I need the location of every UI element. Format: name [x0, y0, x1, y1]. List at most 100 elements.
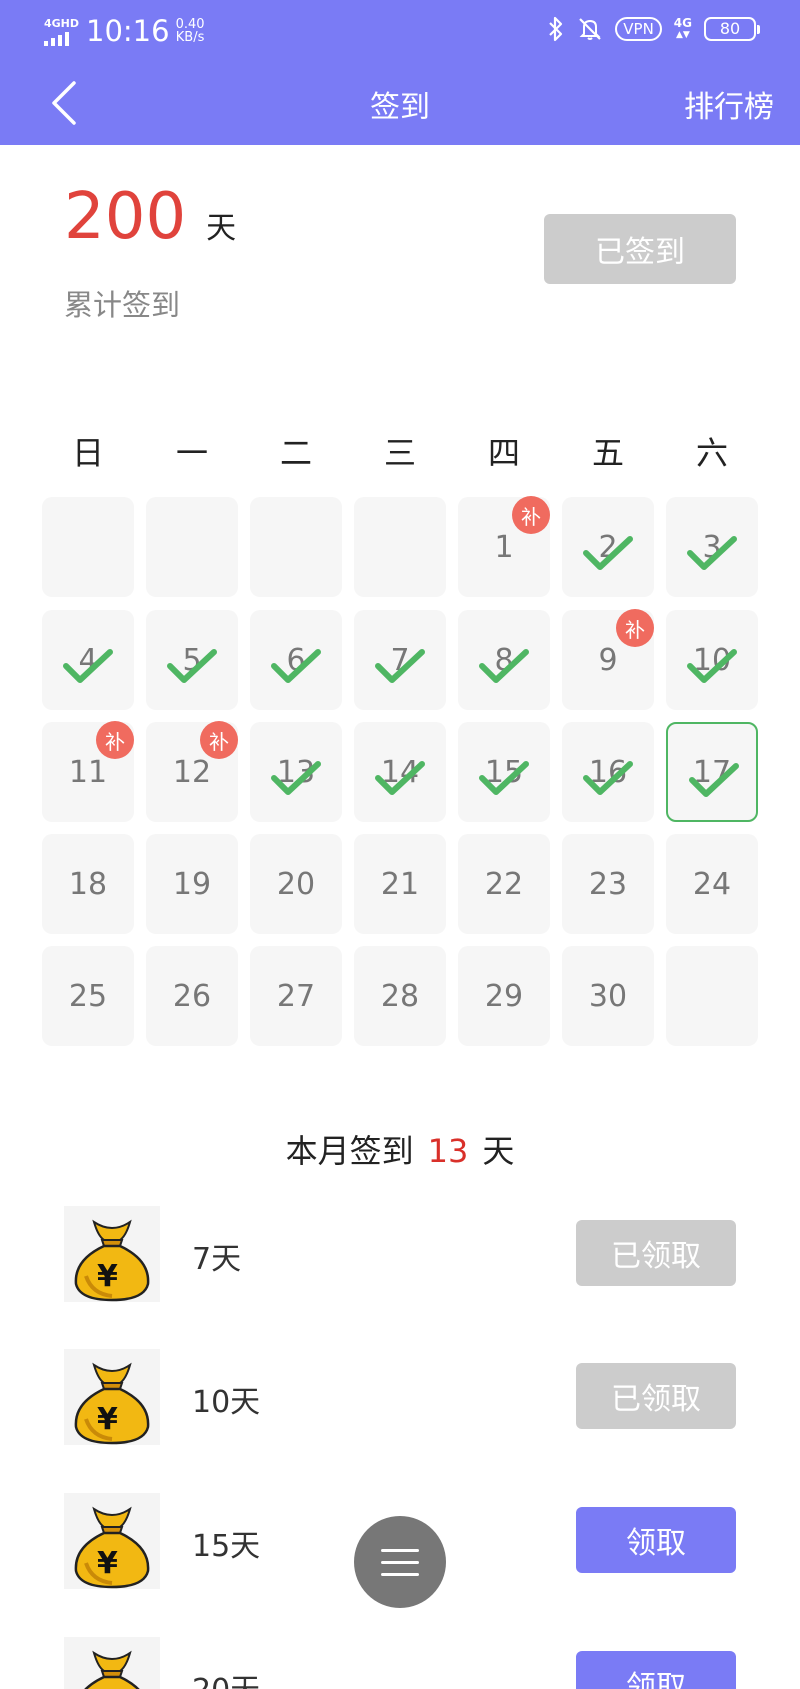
calendar-day[interactable]: 17	[666, 722, 758, 822]
check-icon	[167, 649, 217, 683]
calendar-day[interactable]: 29	[458, 946, 550, 1046]
claimed-button[interactable]: 已领取	[576, 1220, 736, 1286]
money-bag-icon: ¥	[74, 1506, 150, 1589]
month-checkin-summary: 本月签到 13 天	[0, 1126, 800, 1172]
calendar-day[interactable]: 1补	[458, 496, 550, 597]
check-icon	[583, 536, 633, 570]
calendar-day[interactable]: 11 补	[42, 721, 134, 822]
makeup-badge: 补	[616, 609, 654, 647]
total-days: 200	[64, 180, 187, 254]
check-icon	[687, 649, 737, 683]
mute-bell-icon	[577, 16, 603, 42]
calendar-day[interactable]: 18	[42, 834, 134, 934]
total-checkin-count: 200 天	[64, 180, 236, 254]
day-number: 18	[68, 866, 108, 902]
claim-button[interactable]: 领取	[576, 1651, 736, 1689]
month-count: 13	[427, 1132, 469, 1170]
calendar-day[interactable]: 23	[562, 834, 654, 934]
money-bag-icon: ¥	[84, 1650, 140, 1689]
day-number: 22	[484, 866, 524, 902]
menu-icon-line	[381, 1560, 419, 1564]
claimed-button[interactable]: 已领取	[576, 1363, 736, 1429]
calendar-day[interactable]: 7	[354, 610, 446, 710]
status-right: VPN 4G ▲▼ 80	[547, 16, 760, 42]
status-left: 4GHD 10:16 0.40 KB/s	[44, 14, 205, 48]
check-icon	[479, 649, 529, 683]
calendar-day[interactable]: 13	[250, 722, 342, 822]
check-icon	[271, 761, 321, 795]
check-icon	[583, 761, 633, 795]
reward-bag: ¥	[64, 1637, 160, 1689]
day-number: 24	[692, 866, 732, 902]
makeup-badge: 补	[512, 496, 550, 534]
menu-icon-line	[381, 1572, 419, 1576]
bluetooth-icon	[547, 16, 565, 42]
back-button[interactable]	[44, 78, 84, 128]
check-icon	[689, 763, 739, 797]
weekday-label: 日	[71, 434, 104, 472]
month-prefix: 本月签到	[285, 1132, 414, 1170]
calendar-day[interactable]: 12 补	[146, 721, 238, 822]
month-suffix: 天	[482, 1132, 515, 1170]
calendar-day[interactable]: 22	[458, 834, 550, 934]
day-number: 30	[588, 978, 628, 1014]
calendar-day[interactable]: 3	[666, 497, 758, 597]
reward-row: ¥7天 已领取	[0, 1206, 800, 1306]
calendar-day[interactable]: 21	[354, 834, 446, 934]
reward-days-label: 15天	[192, 1529, 261, 1564]
weekday-label: 四	[487, 434, 520, 472]
calendar-day[interactable]: 27	[250, 946, 342, 1046]
svg-text:¥: ¥	[97, 1402, 118, 1437]
calendar-day[interactable]: 14	[354, 722, 446, 822]
speed-unit: KB/s	[175, 30, 205, 45]
status-bar: 4GHD 10:16 0.40 KB/s VPN 4G ▲▼ 80	[0, 0, 800, 62]
check-icon	[63, 649, 113, 683]
claim-button[interactable]: 领取	[576, 1507, 736, 1573]
weekday-label: 三	[383, 434, 416, 472]
calendar-day[interactable]: 2	[562, 497, 654, 597]
calendar-day[interactable]: 19	[146, 834, 238, 934]
calendar-day[interactable]: 24	[666, 834, 758, 934]
page-title: 签到	[370, 90, 430, 125]
svg-text:¥: ¥	[97, 1546, 118, 1581]
weekday-header: 日一二三四五六	[40, 428, 760, 478]
calendar-day[interactable]: 26	[146, 946, 238, 1046]
check-icon	[271, 649, 321, 683]
mobile-data-label: 4G	[673, 16, 692, 30]
money-bag-icon: ¥	[74, 1362, 150, 1445]
day-number: 29	[484, 978, 524, 1014]
battery-level: 80	[719, 19, 741, 38]
calendar-day[interactable]: 30	[562, 946, 654, 1046]
calendar-day[interactable]: 15	[458, 722, 550, 822]
calendar-day[interactable]: 6	[250, 610, 342, 710]
svg-text:¥: ¥	[97, 1259, 118, 1294]
check-icon	[687, 536, 737, 570]
floating-menu-button[interactable]	[354, 1516, 446, 1608]
calendar-day[interactable]: 28	[354, 946, 446, 1046]
calendar-day[interactable]: 9补	[562, 609, 654, 710]
signed-in-button[interactable]: 已签到	[544, 214, 736, 284]
calendar-empty-cell	[146, 497, 238, 597]
day-number: 21	[380, 866, 420, 902]
makeup-badge: 补	[96, 721, 134, 759]
day-number: 12	[172, 754, 212, 790]
day-number: 26	[172, 978, 212, 1014]
reward-bag: ¥	[64, 1349, 160, 1445]
reward-days-label: 10天	[192, 1385, 261, 1420]
day-number: 23	[588, 866, 628, 902]
signal-icon: 4GHD	[44, 16, 80, 46]
leaderboard-link[interactable]: 排行榜	[684, 82, 774, 126]
calendar-day[interactable]: 10	[666, 610, 758, 710]
money-bag-icon: ¥	[74, 1219, 150, 1302]
makeup-badge: 补	[200, 721, 238, 759]
reward-row: ¥20天 领取	[0, 1637, 800, 1689]
calendar-day[interactable]: 20	[250, 834, 342, 934]
calendar-day[interactable]: 8	[458, 610, 550, 710]
reward-bag: ¥	[64, 1493, 160, 1589]
day-number: 20	[276, 866, 316, 902]
day-number: 27	[276, 978, 316, 1014]
calendar-day[interactable]: 5	[146, 610, 238, 710]
calendar-day[interactable]: 4	[42, 610, 134, 710]
calendar-day[interactable]: 16	[562, 722, 654, 822]
calendar-day[interactable]: 25	[42, 946, 134, 1046]
